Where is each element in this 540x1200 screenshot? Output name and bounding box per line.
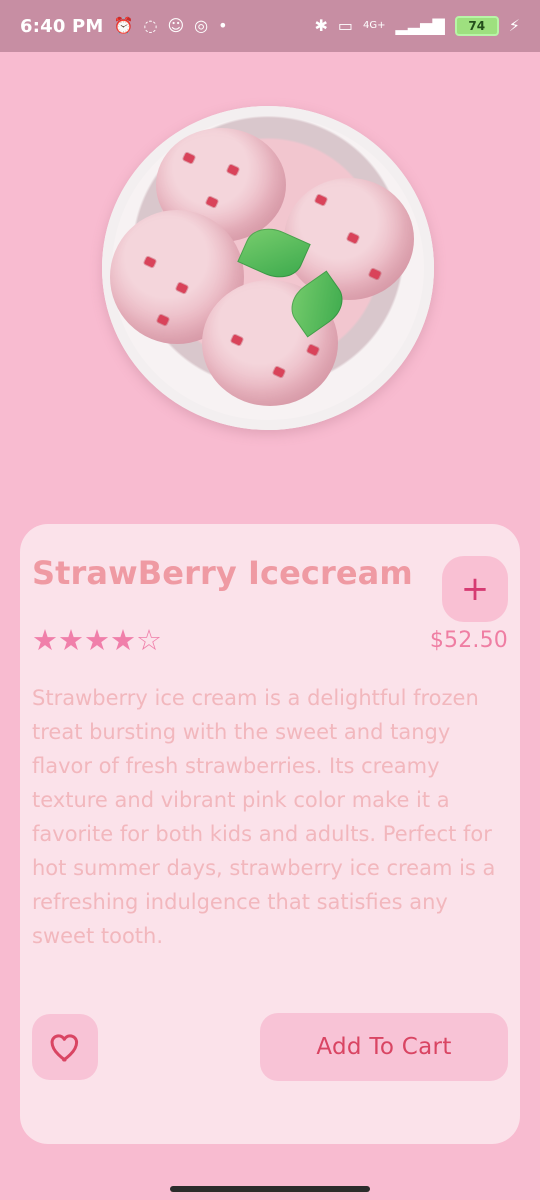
whatsapp-icon: ◌ — [143, 16, 158, 35]
product-image — [102, 106, 434, 430]
add-to-cart-button[interactable]: Add To Cart — [260, 1013, 508, 1081]
battery-icon: 74 — [454, 16, 499, 36]
heart-icon — [50, 1034, 79, 1062]
status-right: ✱ ▭ 4G+ ▂▃▅▇ 74 ⚡ — [315, 16, 520, 36]
instagram-icon: ◎ — [194, 16, 209, 35]
snapchat-icon: ☺ — [167, 16, 185, 35]
signal-icon: ▂▃▅▇ — [395, 16, 445, 35]
product-title: StrawBerry Icecream — [32, 554, 413, 592]
status-bar: 6:40 PM ⏰ ◌ ☺ ◎ • ✱ ▭ 4G+ ▂▃▅▇ 74 ⚡ — [0, 0, 540, 52]
plus-icon: + — [460, 569, 490, 609]
status-left: 6:40 PM ⏰ ◌ ☺ ◎ • — [20, 16, 228, 37]
product-card: StrawBerry Icecream + ★★★★☆ $52.50 Straw… — [20, 524, 520, 1144]
favorite-button[interactable] — [32, 1014, 98, 1080]
volte-icon: ▭ — [337, 16, 354, 35]
meta-row: ★★★★☆ $52.50 — [32, 618, 508, 662]
home-indicator[interactable] — [170, 1186, 370, 1192]
battery-level: 74 — [468, 19, 486, 33]
add-quantity-button[interactable]: + — [442, 556, 508, 622]
dot-icon: • — [218, 16, 228, 35]
rating-stars: ★★★★☆ — [32, 622, 162, 657]
bluetooth-icon: ✱ — [314, 16, 328, 35]
status-time: 6:40 PM — [20, 15, 104, 37]
add-to-cart-label: Add To Cart — [316, 1034, 452, 1060]
4g-icon: 4G+ — [363, 20, 386, 31]
title-row: StrawBerry Icecream + — [32, 544, 508, 622]
alarm-off-icon: ⏰ — [113, 16, 134, 35]
product-price: $52.50 — [429, 627, 508, 653]
product-description: Strawberry ice cream is a delightful fro… — [32, 686, 496, 948]
action-row: Add To Cart — [32, 1013, 508, 1083]
charging-icon: ⚡ — [508, 16, 520, 35]
